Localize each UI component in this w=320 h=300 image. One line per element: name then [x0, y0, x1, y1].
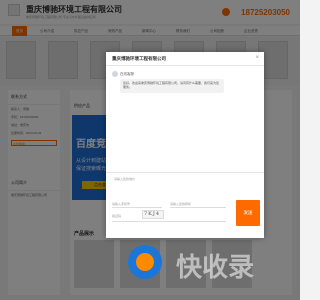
divider	[112, 207, 162, 208]
divider	[106, 172, 264, 173]
chat-dialog: 重庆博驰环境工程有限公司 × 在线客服 您好，欢迎来重庆博驰环境工程有限公司，请…	[106, 52, 264, 238]
close-icon[interactable]: ×	[255, 55, 259, 61]
message-sender: 在线客服	[120, 72, 134, 76]
avatar	[112, 71, 118, 77]
message-input[interactable]: 请输入您的询价	[112, 175, 258, 191]
name-input[interactable]: 请输入您的称呼	[170, 200, 224, 207]
divider	[112, 221, 226, 222]
send-button[interactable]: 发送	[236, 200, 260, 226]
captcha-input[interactable]: 验证码	[112, 212, 140, 219]
watermark-logo-icon	[136, 253, 154, 271]
dialog-header: 重庆博驰环境工程有限公司 ×	[106, 52, 264, 66]
captcha-image[interactable]: 7KJ4	[142, 210, 164, 219]
dialog-title: 重庆博驰环境工程有限公司	[112, 56, 166, 61]
phone-input[interactable]: 请输入手机号	[112, 200, 160, 207]
watermark-text: 快收录	[176, 252, 255, 282]
message-bubble: 您好，欢迎来重庆博驰环境工程有限公司，请问有什么需要，我们来为您服务。	[120, 79, 224, 93]
divider	[170, 207, 226, 208]
